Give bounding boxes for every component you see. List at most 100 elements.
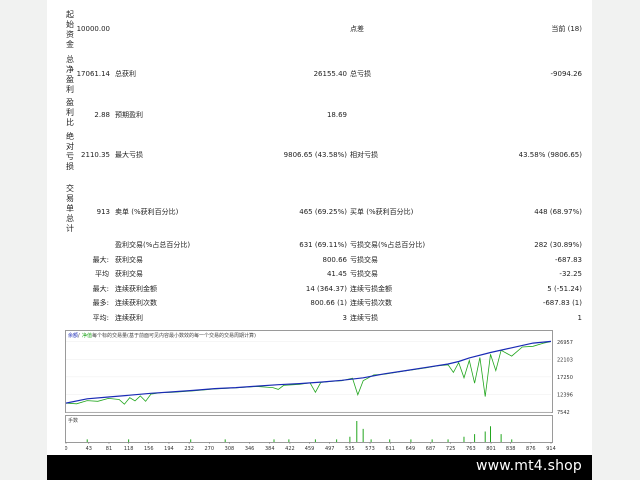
volume-bar (474, 434, 476, 442)
x-tick-label: 535 (345, 446, 355, 452)
balance-chart-svg: 余额 / 净值 每个标的交易量(基于前面可见内容最小数效的每一个交易的交易周期计… (64, 328, 583, 454)
average-profit-label: 获利交易 (115, 270, 143, 278)
average-consecutive-prefix: 平均: (92, 314, 109, 322)
volume-bar (336, 439, 338, 442)
gross-profit-label: 总获利 (115, 70, 136, 78)
x-tick-label: 914 (546, 446, 556, 452)
volume-bar (356, 421, 358, 442)
start-capital-value: 10000.00 (76, 25, 110, 33)
volume-bar (463, 436, 465, 442)
volume-bar (511, 439, 513, 442)
largest-profit-label: 获利交易 (115, 256, 143, 264)
volume-bar (349, 436, 351, 442)
average-loss-label: 亏损交易 (350, 270, 378, 278)
max-consecutive-wins-value: 14 (364.37) (305, 285, 347, 293)
gross-loss-label: 总亏损 (350, 70, 371, 78)
max-consecutive-losses-value: 5 (-51.24) (547, 285, 582, 293)
relative-drawdown-label: 相对亏损 (350, 151, 378, 159)
brand-watermark: www.mt4.shop (475, 458, 582, 474)
x-tick-label: 346 (245, 446, 255, 452)
volume-bar (500, 434, 502, 442)
legend-balance: 余额 (68, 332, 78, 339)
largest-loss-value: -687.83 (554, 256, 582, 264)
x-tick-label: 649 (406, 446, 416, 452)
average-consecutive-wins-label: 连续获利 (115, 314, 143, 322)
volume-bar (362, 428, 364, 442)
max-consecutive-wins-label: 连续获利金额 (115, 285, 157, 293)
x-tick-label: 422 (285, 446, 295, 452)
volume-bar (190, 439, 192, 442)
expected-payoff-label: 预期盈利 (115, 111, 143, 119)
volume-bar (314, 439, 316, 442)
short-trades-value: 465 (69.25%) (299, 208, 347, 216)
average-profit-value: 41.45 (326, 270, 347, 278)
average-loss-value: -32.25 (559, 270, 582, 278)
x-tick-label: 81 (106, 446, 112, 452)
x-tick-label: 687 (426, 446, 436, 452)
volume-bar (128, 439, 130, 442)
loss-trades-value: 282 (30.89%) (534, 241, 582, 249)
volume-bar (410, 439, 412, 442)
spread-label: 点差 (350, 25, 364, 33)
short-trades-label: 卖单 (%获利百分比) (115, 208, 179, 216)
x-tick-label: 43 (86, 446, 92, 452)
x-tick-label: 497 (325, 446, 335, 452)
maximal-consecutive-loss-label: 连续亏损次数 (350, 299, 392, 307)
volume-bar (431, 439, 433, 442)
footer-bar: www.mt4.shop (47, 455, 592, 480)
max-consecutive-prefix: 最大: (92, 285, 109, 293)
volume-bar (490, 426, 492, 442)
x-tick-label: 801 (486, 446, 496, 452)
volume-bar (224, 439, 226, 442)
profit-factor-value: 2.88 (94, 111, 110, 119)
y-tick-label: 7542 (557, 410, 570, 416)
absolute-drawdown-value: 2110.35 (81, 151, 110, 159)
volume-bar (86, 439, 88, 442)
x-tick-label: 876 (526, 446, 536, 452)
profit-trades-label: 盈利交易(%占总百分比) (115, 241, 191, 249)
legend-equity: 净值 (82, 332, 92, 339)
x-tick-label: 308 (225, 446, 235, 452)
maximal-consecutive-profit-label: 连续获利次数 (115, 299, 157, 307)
maximal-consecutive-profit-value: 800.66 (1) (310, 299, 347, 307)
x-tick-label: 232 (184, 446, 194, 452)
long-trades-label: 买单 (%获利百分比) (350, 208, 414, 216)
loss-trades-label: 亏损交易(%占总百分比) (350, 241, 426, 249)
net-profit-value: 17061.14 (76, 70, 110, 78)
largest-loss-label: 亏损交易 (350, 256, 378, 264)
x-tick-label: 118 (124, 446, 134, 452)
average-consecutive-wins-value: 3 (342, 314, 347, 322)
y-tick-label: 22103 (557, 357, 573, 363)
average-prefix: 平均 (95, 270, 109, 278)
x-tick-label: 459 (305, 446, 315, 452)
average-consecutive-losses-label: 连续亏损 (350, 314, 378, 322)
x-tick-label: 725 (446, 446, 456, 452)
x-tick-label: 763 (466, 446, 476, 452)
relative-drawdown-value: 43.58% (9806.65) (518, 151, 582, 159)
chart-background (65, 328, 583, 454)
y-tick-label: 26957 (557, 340, 573, 346)
x-tick-label: 384 (265, 446, 275, 452)
volume-label: 手数 (68, 417, 78, 424)
max-consecutive-losses-label: 连续亏损金额 (350, 285, 392, 293)
long-trades-value: 448 (68.97%) (534, 208, 582, 216)
profit-trades-value: 631 (69.11%) (299, 241, 347, 249)
volume-bar (288, 439, 290, 442)
spread-value: 当前 (18) (551, 25, 582, 33)
x-tick-label: 194 (164, 446, 174, 452)
largest-profit-value: 800.66 (322, 256, 348, 264)
maximal-consecutive-loss-value: -687.83 (1) (542, 299, 582, 307)
x-tick-label: 156 (144, 446, 154, 452)
x-tick-label: 611 (385, 446, 395, 452)
average-consecutive-losses-value: 1 (577, 314, 582, 322)
max-drawdown-value: 9806.65 (43.58%) (283, 151, 347, 159)
volume-bar (389, 439, 391, 442)
balance-chart: 余额 / 净值 每个标的交易量(基于前面可见内容最小数效的每一个交易的交易周期计… (64, 328, 583, 454)
expected-payoff-value: 18.69 (326, 111, 347, 119)
largest-prefix: 最大: (92, 256, 109, 264)
volume-bar (447, 439, 449, 442)
y-tick-label: 17250 (557, 375, 573, 381)
max-drawdown-label: 最大亏损 (115, 151, 143, 159)
y-tick-label: 12396 (557, 392, 573, 398)
x-tick-label: 270 (204, 446, 214, 452)
